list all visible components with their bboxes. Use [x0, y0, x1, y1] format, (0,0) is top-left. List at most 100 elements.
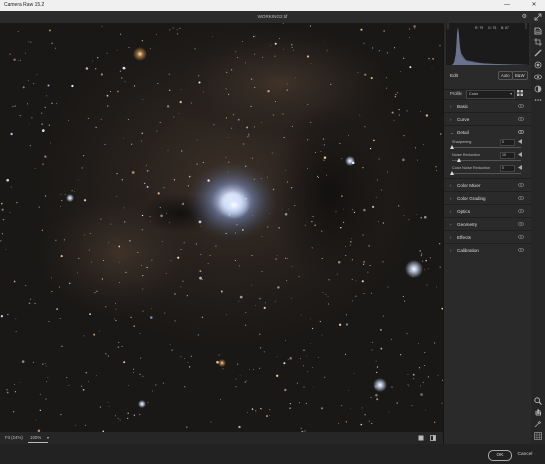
profile-value: Color: [469, 92, 479, 96]
slider-track[interactable]: [452, 173, 521, 174]
star: [395, 94, 397, 96]
hand-icon[interactable]: [534, 408, 542, 416]
section-curve[interactable]: › Curve: [444, 112, 531, 126]
star: [362, 167, 364, 169]
single-view-icon[interactable]: [418, 435, 424, 441]
reset-icon[interactable]: [518, 152, 522, 157]
reset-icon[interactable]: [518, 139, 522, 144]
grid-overlay-icon[interactable]: [534, 432, 542, 440]
gear-icon[interactable]: ⚙: [522, 11, 527, 23]
star: [259, 298, 261, 300]
slider-track[interactable]: [452, 160, 521, 161]
star: [121, 179, 123, 181]
reset-icon[interactable]: [518, 165, 522, 170]
star: [133, 368, 135, 370]
slider-value[interactable]: 0: [500, 165, 515, 172]
star: [261, 235, 263, 237]
star: [131, 171, 135, 174]
zoom-icon[interactable]: [534, 397, 542, 405]
cancel-button[interactable]: Cancel: [514, 450, 536, 459]
visibility-icon[interactable]: [518, 248, 524, 252]
star: [341, 158, 343, 160]
star: [234, 260, 236, 261]
slider-value[interactable]: 0: [500, 139, 515, 146]
visibility-icon[interactable]: [518, 117, 524, 121]
star: [147, 402, 149, 404]
star: [306, 355, 308, 357]
slider-label: Noise Reduction: [452, 153, 480, 157]
visibility-icon[interactable]: [518, 104, 524, 108]
chevron-down-icon: ⌄: [450, 130, 454, 135]
visibility-icon[interactable]: [518, 130, 524, 134]
star: [25, 285, 27, 286]
image-preview[interactable]: [0, 23, 443, 432]
section-calibration[interactable]: › Calibration: [444, 243, 531, 257]
star: [370, 77, 373, 80]
heal-icon[interactable]: [534, 49, 542, 57]
section-effects[interactable]: › Effects: [444, 230, 531, 244]
visibility-icon[interactable]: [518, 183, 524, 187]
star: [144, 182, 146, 185]
slider-thumb[interactable]: [456, 158, 461, 162]
section-color-mixer[interactable]: › Color Mixer: [444, 178, 531, 192]
fullscreen-icon[interactable]: [534, 13, 542, 21]
visibility-icon[interactable]: [518, 222, 524, 226]
star: [48, 320, 50, 322]
star: [199, 276, 202, 280]
section-color-grading[interactable]: › Color Grading: [444, 191, 531, 205]
star: [83, 199, 87, 202]
star: [422, 381, 424, 383]
profile-dropdown[interactable]: Color ▾: [466, 90, 515, 99]
minimize-button[interactable]: —: [500, 0, 514, 11]
chevron-down-icon[interactable]: ▾: [47, 432, 49, 444]
ok-button[interactable]: OK: [488, 450, 512, 461]
star: [306, 55, 310, 58]
star: [341, 405, 343, 407]
star: [225, 156, 227, 158]
zoom-level-field[interactable]: 100%: [28, 434, 48, 443]
fit-zoom-label[interactable]: Fit (24%): [5, 432, 23, 444]
edit-icon[interactable]: [534, 27, 542, 35]
histogram-blue: B: 67: [501, 26, 509, 30]
slider-thumb[interactable]: [450, 145, 454, 149]
before-after-icon[interactable]: [430, 435, 436, 441]
star: [9, 212, 11, 213]
auto-button[interactable]: Auto: [498, 71, 513, 80]
star: [227, 93, 230, 96]
star: [360, 28, 363, 31]
presets-icon[interactable]: [534, 85, 542, 93]
star: [2, 218, 5, 221]
star: [371, 422, 373, 424]
slider-track[interactable]: [452, 147, 521, 148]
visibility-icon[interactable]: [518, 196, 524, 200]
star: [291, 298, 293, 299]
slider-value[interactable]: 10: [500, 152, 515, 159]
close-window-button[interactable]: ✕: [527, 0, 541, 11]
redeye-icon[interactable]: [534, 73, 542, 81]
star: [106, 94, 109, 97]
section-optics[interactable]: › Optics: [444, 204, 531, 218]
visibility-icon[interactable]: [518, 209, 524, 213]
star: [420, 393, 423, 396]
mask-icon[interactable]: [534, 61, 542, 69]
bw-button[interactable]: B&W: [512, 71, 528, 80]
star: [56, 103, 58, 105]
star: [133, 85, 136, 87]
crop-icon[interactable]: [534, 38, 542, 46]
section-geometry[interactable]: › Geometry: [444, 217, 531, 231]
slider-thumb[interactable]: [450, 171, 454, 175]
profile-browser-icon[interactable]: [517, 90, 523, 96]
more-icon[interactable]: [534, 96, 542, 104]
star: [372, 47, 374, 49]
star: [237, 56, 239, 58]
visibility-icon[interactable]: [518, 235, 524, 239]
star: [322, 292, 324, 293]
star: [45, 398, 47, 400]
star: [278, 227, 280, 229]
star: [241, 40, 243, 42]
star: [5, 249, 7, 250]
section-basic[interactable]: › Basic: [444, 99, 531, 113]
star: [123, 207, 125, 209]
section-detail[interactable]: ⌄ Detail: [444, 125, 531, 139]
sampler-icon[interactable]: [534, 420, 542, 428]
